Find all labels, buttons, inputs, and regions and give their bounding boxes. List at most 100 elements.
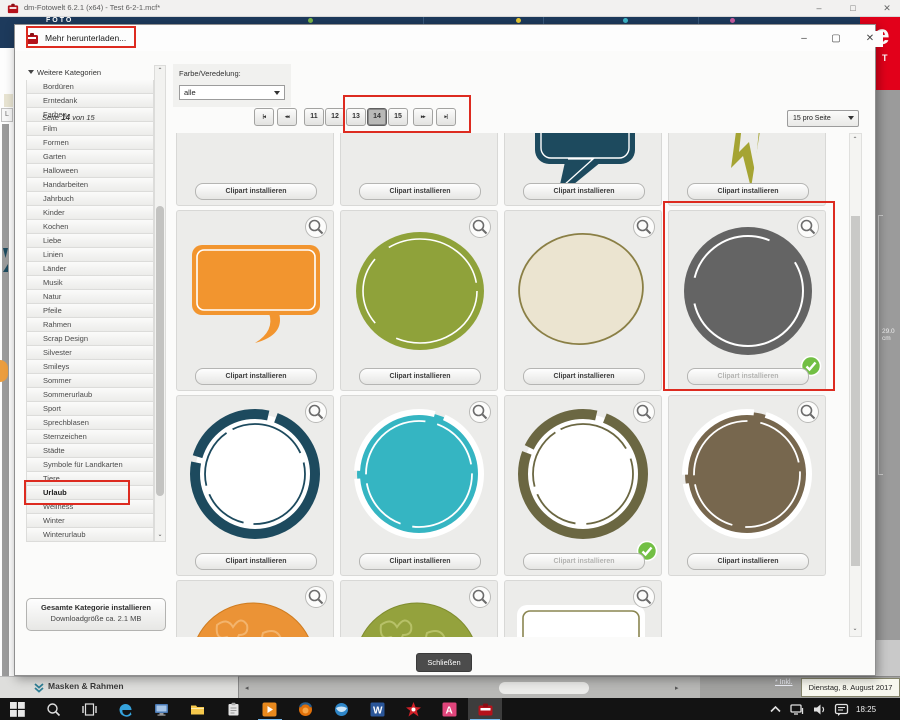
- zoom-preview-icon[interactable]: [633, 401, 655, 423]
- sidebar-item[interactable]: Silvester: [26, 346, 154, 360]
- sidebar-item[interactable]: Natur: [26, 290, 154, 304]
- main-minimize-button[interactable]: –: [808, 2, 830, 15]
- media-player-icon[interactable]: [262, 702, 277, 717]
- sidebar-scrollbar[interactable]: ⌃ ⌄: [154, 65, 166, 542]
- zoom-preview-icon[interactable]: [305, 216, 327, 238]
- main-maximize-button[interactable]: □: [842, 2, 864, 15]
- page-button-15[interactable]: 15: [388, 108, 408, 126]
- tray-chevron-up-icon[interactable]: [768, 702, 783, 717]
- scroll-left-icon[interactable]: ◂: [245, 684, 249, 692]
- scroll-down-icon[interactable]: ⌄: [850, 624, 860, 635]
- clipart-install-button[interactable]: Clipart installieren: [359, 368, 481, 385]
- sidebar-item[interactable]: Kochen: [26, 220, 154, 234]
- search-icon[interactable]: [46, 702, 61, 717]
- clipart-install-button[interactable]: Clipart installieren: [523, 183, 645, 200]
- sidebar-item[interactable]: Tiere: [26, 472, 154, 486]
- main-close-button[interactable]: ✕: [876, 2, 898, 15]
- scroll-down-icon[interactable]: ⌄: [155, 530, 165, 541]
- page-button-13[interactable]: 13: [346, 108, 366, 126]
- remote-desktop-icon[interactable]: [154, 702, 169, 717]
- sidebar-item-urlaub-selected[interactable]: Urlaub: [26, 486, 154, 500]
- notification-icon[interactable]: [834, 702, 849, 717]
- sidebar-item[interactable]: Winter: [26, 514, 154, 528]
- dm-fotowelt-taskbar-icon[interactable]: [478, 702, 493, 717]
- page-button-14-active[interactable]: 14: [367, 108, 387, 126]
- sidebar-item[interactable]: Symbole für Landkarten: [26, 458, 154, 472]
- panel-label[interactable]: Masken & Rahmen: [48, 681, 124, 691]
- sidebar-item[interactable]: Winterurlaub: [26, 528, 154, 542]
- sidebar-item[interactable]: Sprechblasen: [26, 416, 154, 430]
- sidebar-item[interactable]: Formen: [26, 136, 154, 150]
- clipart-install-button[interactable]: Clipart installieren: [523, 368, 645, 385]
- task-view-icon[interactable]: [82, 702, 97, 717]
- panel-chevron-icon[interactable]: [34, 683, 44, 693]
- mail-app-icon[interactable]: [334, 702, 349, 717]
- sidebar-item[interactable]: Kinder: [26, 206, 154, 220]
- word-icon[interactable]: W: [370, 702, 385, 717]
- clipart-install-button[interactable]: Clipart installieren: [687, 553, 809, 570]
- sidebar-item[interactable]: Sommerurlaub: [26, 388, 154, 402]
- grid-scrollbar[interactable]: ⌃ ⌄: [849, 133, 862, 637]
- network-icon[interactable]: [790, 702, 805, 717]
- page-button-12[interactable]: 12: [325, 108, 345, 126]
- scroll-right-icon[interactable]: ▸: [675, 684, 679, 692]
- dialog-close-button[interactable]: ✕: [857, 31, 883, 47]
- scroll-up-icon[interactable]: ⌃: [155, 66, 165, 77]
- clipart-install-button[interactable]: Clipart installieren: [687, 183, 809, 200]
- sidebar-item[interactable]: Länder: [26, 262, 154, 276]
- clipart-install-button[interactable]: Clipart installieren: [359, 553, 481, 570]
- zoom-preview-icon[interactable]: [305, 401, 327, 423]
- sidebar-item[interactable]: Film: [26, 122, 154, 136]
- sidebar-item[interactable]: Jahrbuch: [26, 192, 154, 206]
- prev-page-button[interactable]: ◂◂: [277, 108, 297, 126]
- clipart-install-button[interactable]: Clipart installieren: [195, 183, 317, 200]
- zoom-preview-icon[interactable]: [469, 401, 491, 423]
- sidebar-scrollbar-thumb[interactable]: [156, 206, 164, 496]
- edge-browser-icon[interactable]: [118, 702, 133, 717]
- filter-select[interactable]: alle: [179, 85, 285, 100]
- dialog-maximize-button[interactable]: ▢: [823, 31, 849, 47]
- sidebar-item[interactable]: Scrap Design: [26, 332, 154, 346]
- file-explorer-icon[interactable]: [190, 702, 205, 717]
- zoom-preview-icon[interactable]: [633, 216, 655, 238]
- sidebar-item[interactable]: Halloween: [26, 164, 154, 178]
- start-button-icon[interactable]: [10, 702, 25, 717]
- sidebar-item[interactable]: Liebe: [26, 234, 154, 248]
- sidebar-item[interactable]: Bordüren: [26, 80, 154, 94]
- scroll-up-icon[interactable]: ⌃: [850, 135, 860, 146]
- sidebar-item[interactable]: Musik: [26, 276, 154, 290]
- notes-app-icon[interactable]: [226, 702, 241, 717]
- sidebar-item[interactable]: Sommer: [26, 374, 154, 388]
- dialog-minimize-button[interactable]: –: [791, 31, 817, 47]
- zoom-preview-icon[interactable]: [469, 586, 491, 608]
- sidebar-item[interactable]: Linien: [26, 248, 154, 262]
- sidebar-item[interactable]: Sternzeichen: [26, 430, 154, 444]
- last-page-button[interactable]: ▸|: [436, 108, 456, 126]
- horizontal-scrollbar-thumb[interactable]: [499, 682, 589, 694]
- install-category-button[interactable]: Gesamte Kategorie installieren Downloadg…: [26, 598, 166, 631]
- zoom-preview-icon[interactable]: [633, 586, 655, 608]
- photo-app-icon[interactable]: [406, 702, 421, 717]
- clipart-install-button[interactable]: Clipart installieren: [195, 553, 317, 570]
- zoom-preview-icon[interactable]: [797, 216, 819, 238]
- sidebar-item[interactable]: Wellness: [26, 500, 154, 514]
- per-page-select[interactable]: 15 pro Seite: [787, 110, 859, 127]
- clipart-install-button[interactable]: Clipart installieren: [195, 368, 317, 385]
- taskbar-clock[interactable]: 18:25: [856, 705, 876, 714]
- sidebar-item[interactable]: Städte: [26, 444, 154, 458]
- close-dialog-button[interactable]: Schließen: [416, 653, 472, 672]
- firefox-icon[interactable]: [298, 702, 313, 717]
- sidebar-item[interactable]: Erntedank: [26, 94, 154, 108]
- sidebar-item[interactable]: Pfeile: [26, 304, 154, 318]
- sidebar-item[interactable]: Handarbeiten: [26, 178, 154, 192]
- sidebar-item[interactable]: Garten: [26, 150, 154, 164]
- page-button-11[interactable]: 11: [304, 108, 324, 126]
- first-page-button[interactable]: |◂: [254, 108, 274, 126]
- zoom-preview-icon[interactable]: [469, 216, 491, 238]
- volume-icon[interactable]: [812, 702, 827, 717]
- sidebar-item[interactable]: Sport: [26, 402, 154, 416]
- sidebar-item[interactable]: Smileys: [26, 360, 154, 374]
- next-page-button[interactable]: ▸▸: [413, 108, 433, 126]
- sidebar-header[interactable]: Weitere Kategorien: [26, 65, 154, 80]
- sidebar-item[interactable]: Rahmen: [26, 318, 154, 332]
